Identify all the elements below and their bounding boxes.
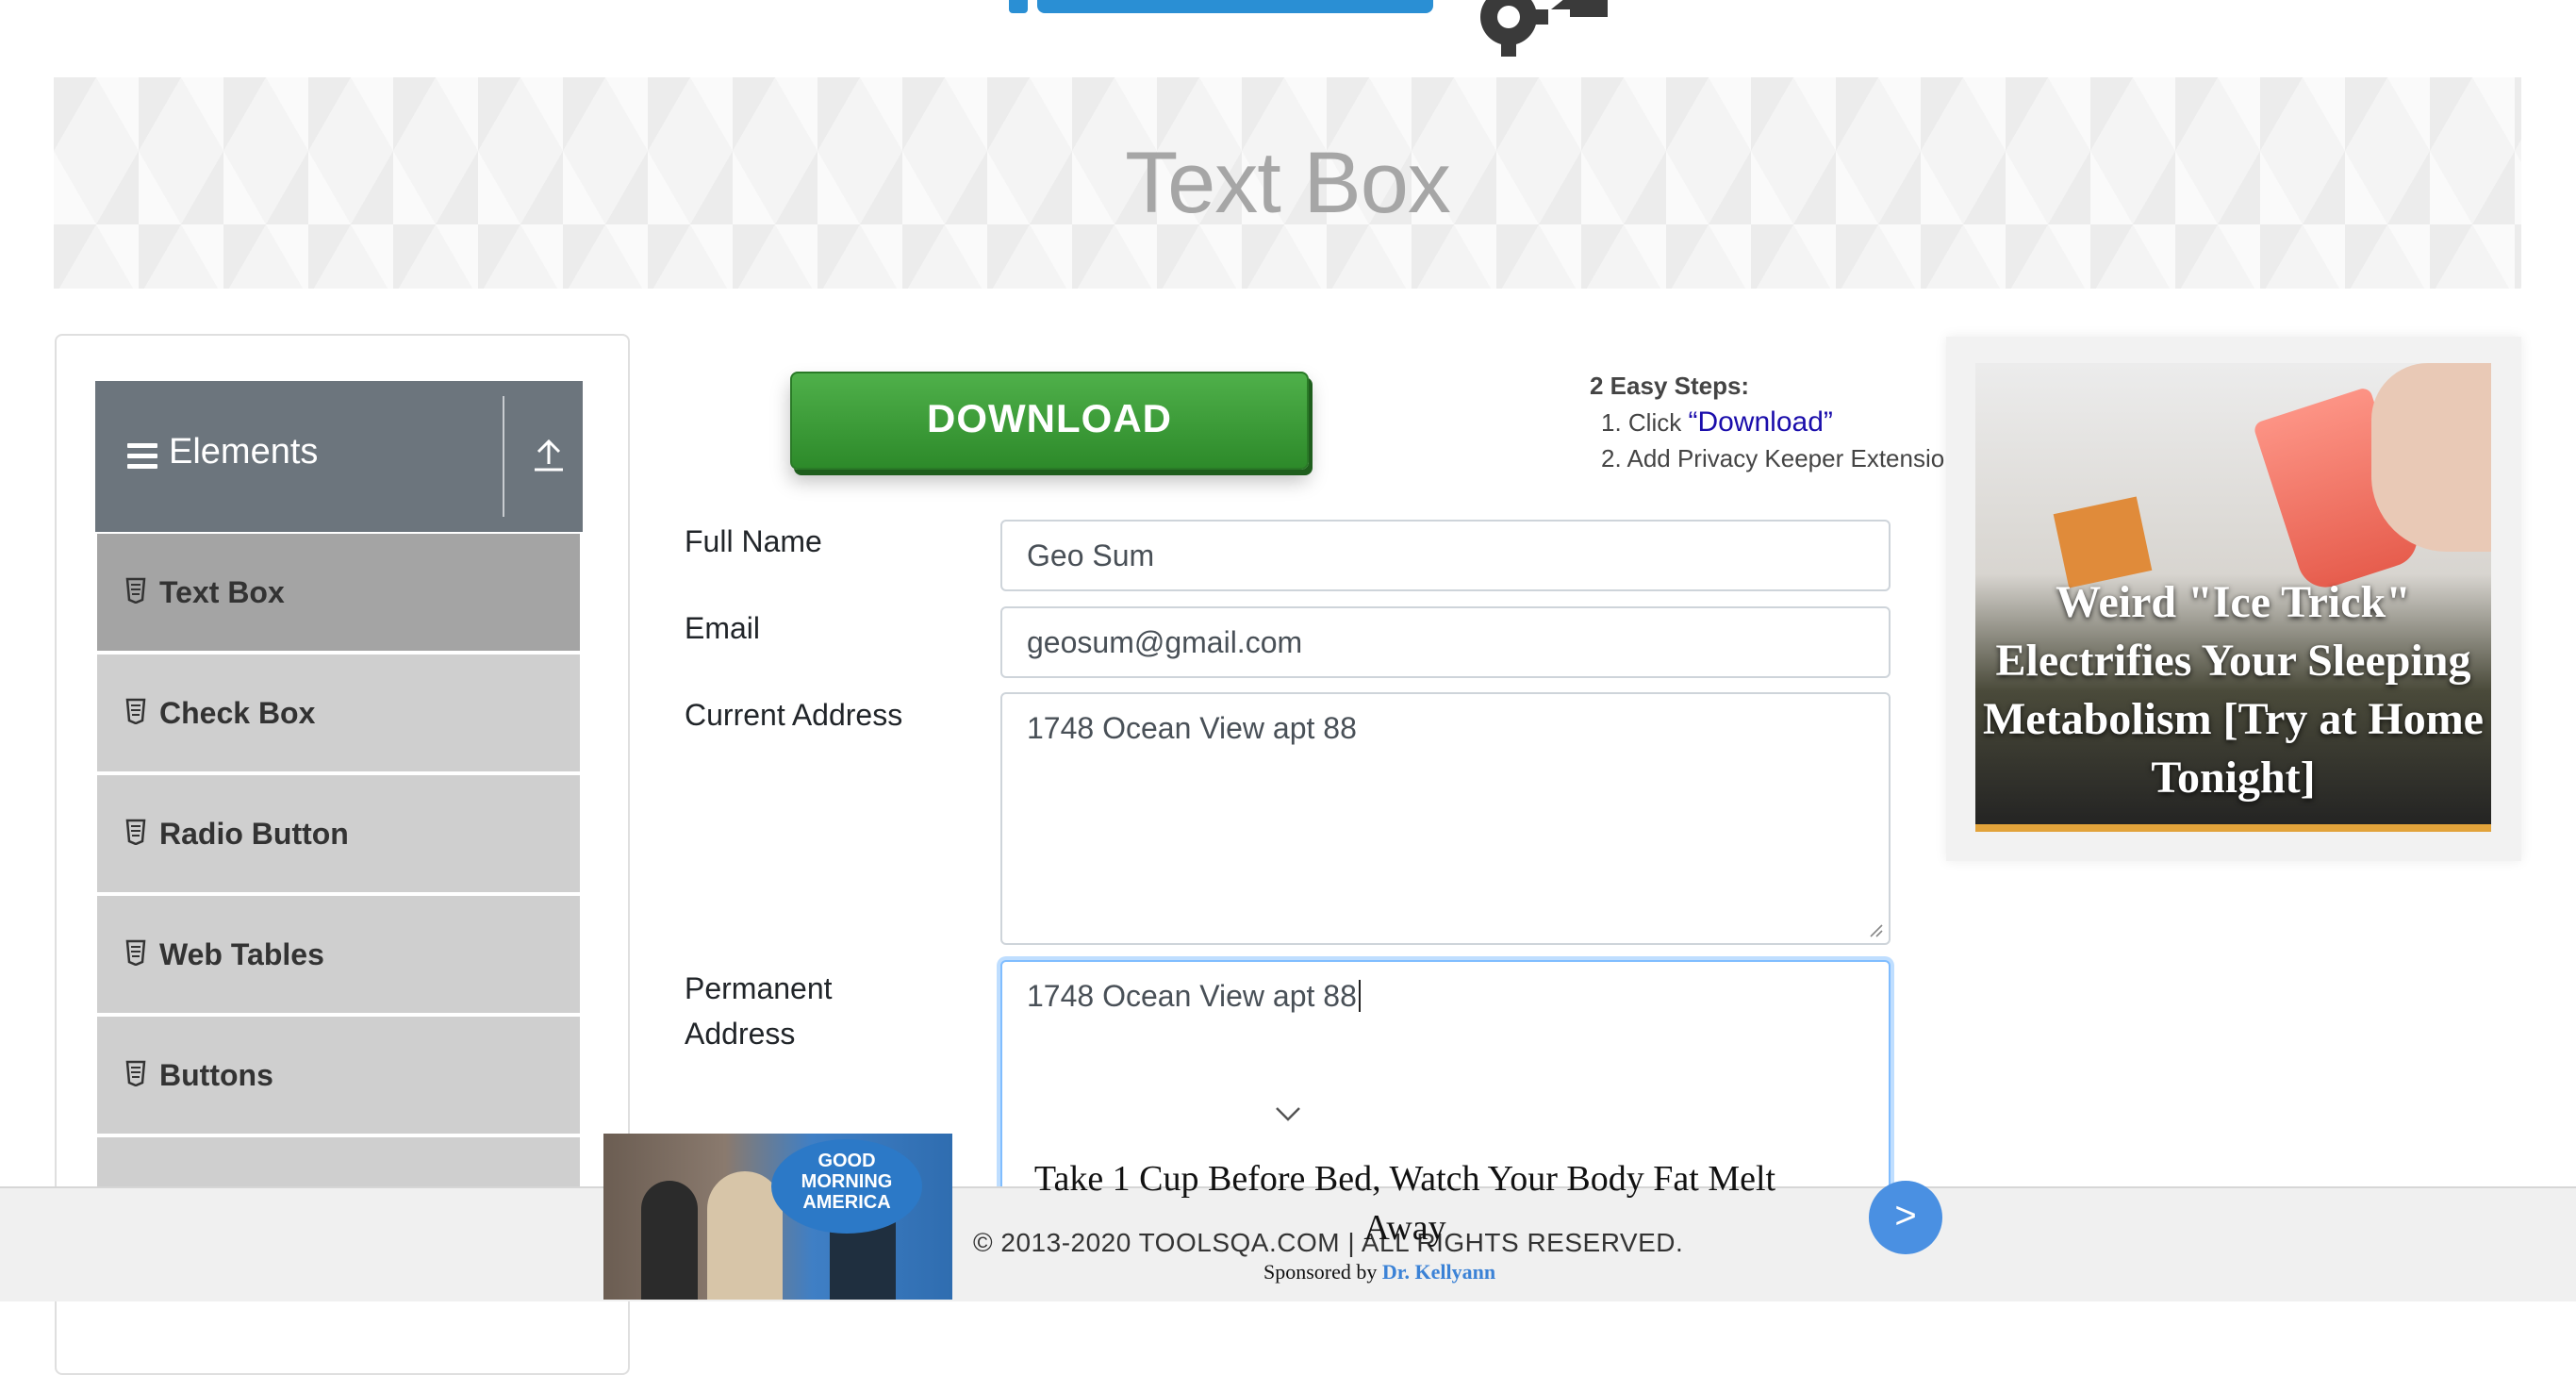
toolsqa-logo[interactable] xyxy=(1009,0,1612,58)
full-name-value: Geo Sum xyxy=(1027,538,1155,572)
email-value: geosum@gmail.com xyxy=(1027,625,1303,659)
step-2: 2. Add Privacy Keeper Extension xyxy=(1601,444,1948,472)
download-ad-steps: 2 Easy Steps: 1. Click “Download” 2. Add… xyxy=(1590,372,1948,473)
sidebar-item-web-tables[interactable]: Web Tables xyxy=(97,896,580,1013)
sidebar-item-check-box[interactable]: Check Box xyxy=(97,654,580,771)
bottom-ad-image[interactable]: GOOD MORNING AMERICA xyxy=(603,1134,952,1300)
email-input[interactable]: geosum@gmail.com xyxy=(1000,606,1891,678)
side-ad-headline[interactable]: Weird "Ice Trick" Electrifies Your Sleep… xyxy=(1975,573,2491,807)
text-caret xyxy=(1358,980,1361,1012)
full-name-input[interactable]: Geo Sum xyxy=(1000,520,1891,591)
html5-icon xyxy=(125,577,146,604)
next-ad-button[interactable]: > xyxy=(1869,1181,1942,1254)
gma-badge: GOOD MORNING AMERICA xyxy=(771,1139,922,1234)
download-ad-button[interactable]: DOWNLOAD xyxy=(790,372,1309,470)
sidebar-item-label: Buttons xyxy=(159,1058,273,1092)
current-address-textarea[interactable]: 1748 Ocean View apt 88 xyxy=(1000,692,1891,945)
sidebar-item-label: Web Tables xyxy=(159,937,324,971)
sidebar-item-radio-button[interactable]: Radio Button xyxy=(97,775,580,892)
page-title: Text Box xyxy=(1125,135,1451,231)
html5-icon xyxy=(125,939,146,966)
permanent-address-value: 1748 Ocean View apt 88 xyxy=(1027,979,1357,1013)
chevron-down-icon[interactable] xyxy=(1275,1105,1301,1122)
html5-icon xyxy=(125,698,146,724)
hamburger-icon xyxy=(127,443,157,470)
html5-icon xyxy=(125,1060,146,1086)
step-1-link[interactable]: “Download” xyxy=(1688,406,1832,438)
sponsored-line: Sponsored by Dr. Kellyann xyxy=(1263,1260,1496,1284)
sidebar-group-elements[interactable]: Elements xyxy=(95,381,583,532)
resize-grip-icon[interactable] xyxy=(1866,920,1883,937)
sidebar-item-buttons[interactable]: Buttons xyxy=(97,1017,580,1134)
sidebar-group-title: Elements xyxy=(169,432,319,472)
permanent-address-label: Permanent Address xyxy=(685,971,833,1051)
current-address-label: Current Address xyxy=(685,698,903,732)
steps-title: 2 Easy Steps: xyxy=(1590,372,1750,400)
step-1: 1. Click “Download” xyxy=(1601,406,1833,438)
collapse-upload-icon[interactable] xyxy=(531,436,567,475)
bottom-ad-headline[interactable]: Take 1 Cup Before Bed, Watch Your Body F… xyxy=(990,1154,1820,1252)
sidebar-item-text-box[interactable]: Text Box xyxy=(97,534,580,651)
sidebar-item-label: Text Box xyxy=(159,575,285,609)
sponsor-name[interactable]: Dr. Kellyann xyxy=(1382,1260,1495,1284)
sidebar-item-links[interactable] xyxy=(97,1137,580,1194)
sidebar-item-label: Check Box xyxy=(159,696,316,730)
email-label: Email xyxy=(685,611,761,645)
header-divider xyxy=(503,396,504,517)
html5-icon xyxy=(125,819,146,845)
full-name-label: Full Name xyxy=(685,524,822,558)
sidebar-item-label: Radio Button xyxy=(159,817,349,851)
current-address-value: 1748 Ocean View apt 88 xyxy=(1027,711,1357,745)
